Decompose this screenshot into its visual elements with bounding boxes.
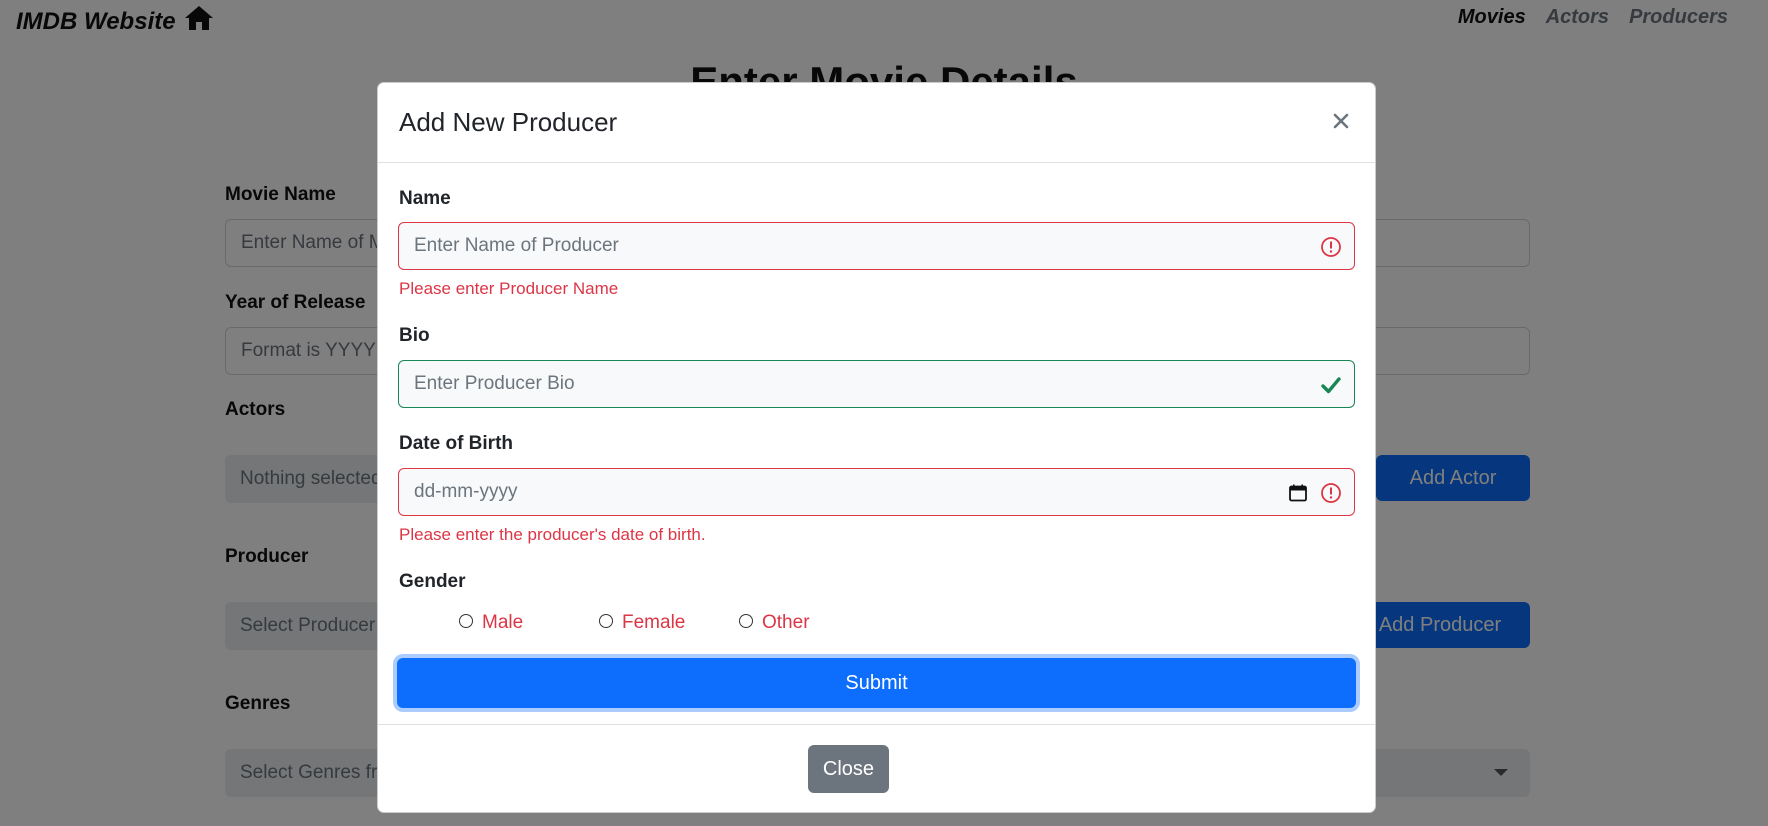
modal-footer: Close [378,724,1375,812]
dob-label: Date of Birth [399,433,513,454]
name-placeholder: Enter Name of Producer [414,235,619,256]
radio-circle[interactable] [739,614,753,628]
radio-label-female: Female [622,612,686,633]
close-button[interactable]: Close [808,745,889,793]
radio-label-other: Other [762,612,810,633]
close-icon[interactable] [1327,107,1355,135]
name-error: Please enter Producer Name [399,279,619,298]
dob-error: Please enter the producer's date of birt… [399,525,706,544]
name-label: Name [399,188,451,209]
radio-circle[interactable] [459,614,473,628]
modal-body: Name Enter Name of Producer Please enter… [378,163,1375,724]
error-icon [1320,236,1342,258]
submit-button[interactable]: Submit [397,658,1356,708]
bio-placeholder: Enter Producer Bio [414,373,575,394]
producer-bio-input[interactable]: Enter Producer Bio [398,360,1355,408]
gender-radio-female[interactable]: Female [599,612,685,634]
gender-label: Gender [399,571,466,592]
gender-radio-male[interactable]: Male [459,612,523,634]
gender-radio-other[interactable]: Other [739,612,810,634]
modal-header: Add New Producer [378,83,1375,163]
calendar-icon[interactable] [1288,483,1308,503]
modal-title: Add New Producer [399,107,618,137]
dob-placeholder: dd-mm-yyyy [414,481,518,502]
error-icon [1320,482,1342,504]
add-producer-modal: Add New Producer Name Enter Name of Prod… [377,82,1376,813]
check-icon [1320,374,1342,396]
radio-circle[interactable] [599,614,613,628]
producer-dob-input[interactable]: dd-mm-yyyy [398,468,1355,516]
radio-label-male: Male [482,612,524,633]
producer-name-input[interactable]: Enter Name of Producer [398,222,1355,270]
bio-label: Bio [399,325,430,346]
